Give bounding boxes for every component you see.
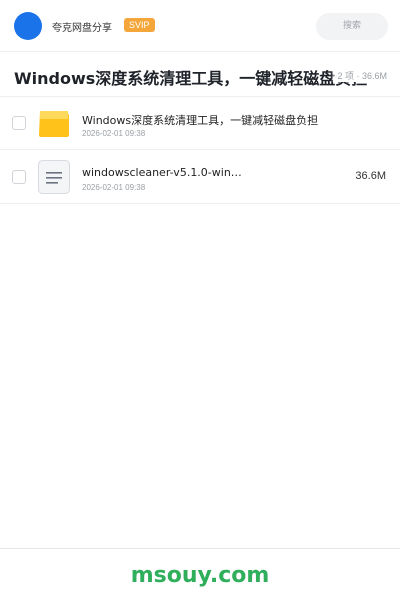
file-size: 36.6M (355, 170, 386, 182)
file-name[interactable]: windowscleaner-v5.1.0-win… (82, 166, 242, 179)
avatar[interactable] (14, 12, 42, 40)
svip-badge: SVIP (124, 18, 155, 32)
file-row[interactable]: Windows深度系统清理工具，一键减轻磁盘负担 2026-02-01 09:3… (0, 96, 400, 150)
file-date: 2026-02-01 09:38 (82, 129, 146, 138)
document-icon (38, 160, 70, 194)
folder-icon (39, 111, 69, 137)
search-button[interactable]: 搜索 (316, 13, 388, 40)
top-bar: 夸克网盘分享 SVIP 搜索 (0, 0, 400, 52)
page-title: Windows深度系统清理工具，一键减轻磁盘负担 (14, 69, 368, 88)
row-checkbox[interactable] (12, 116, 26, 130)
file-name[interactable]: Windows深度系统清理工具，一键减轻磁盘负担 (82, 112, 318, 128)
file-date: 2026-02-01 09:38 (82, 183, 146, 192)
footer-bar: msouy.com (0, 548, 400, 600)
row-checkbox[interactable] (12, 170, 26, 184)
site-watermark: msouy.com (130, 563, 270, 588)
share-title-bar: Windows深度系统清理工具，一键减轻磁盘负担 2 项 · 36.6M (0, 53, 400, 97)
file-row[interactable]: windowscleaner-v5.1.0-win… 2026-02-01 09… (0, 150, 400, 204)
brand-label: 夸克网盘分享 (52, 23, 112, 34)
share-meta: 2 项 · 36.6M (331, 69, 387, 82)
